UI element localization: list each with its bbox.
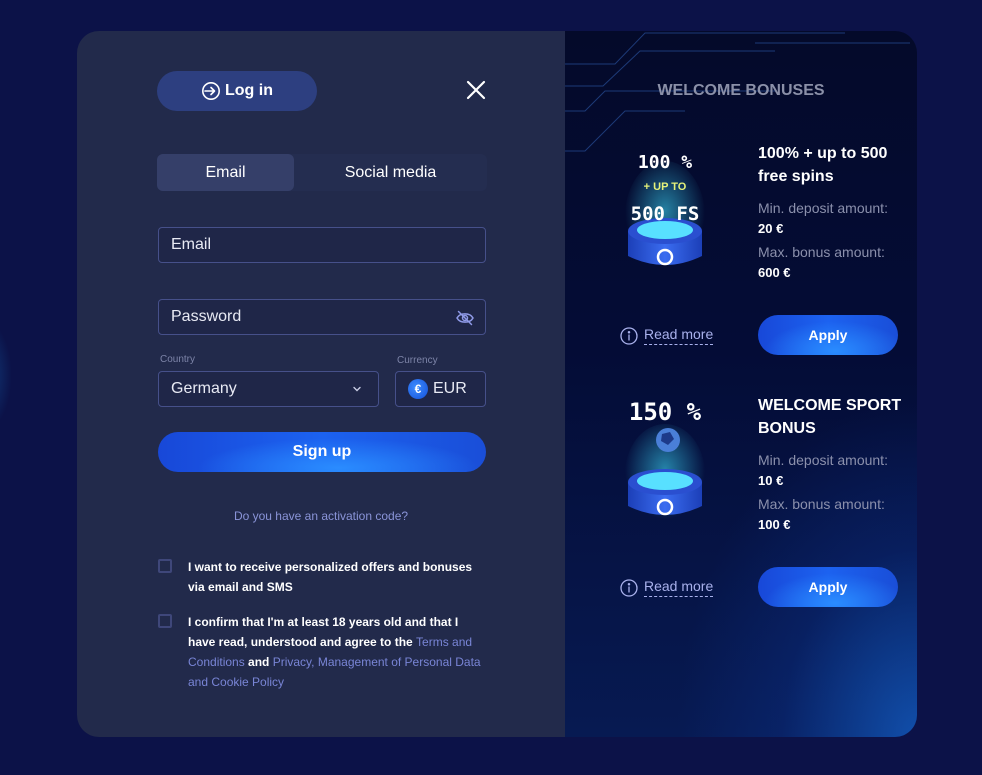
tab-email[interactable]: Email [157, 154, 294, 191]
consent-terms-text: I confirm that I'm at least 18 years old… [188, 612, 488, 692]
currency-label: Currency [397, 355, 438, 366]
info-icon [620, 326, 638, 345]
currency-select[interactable]: € EUR [395, 371, 486, 407]
activation-code-link[interactable]: Do you have an activation code? [77, 509, 565, 523]
bonus-title: 100% + up to 500 free spins [758, 145, 888, 185]
eye-slash-icon[interactable] [455, 308, 475, 328]
close-icon[interactable] [465, 79, 487, 101]
max-bonus-value: 600 € [758, 265, 791, 280]
sport-bonus-image: 150 % [625, 398, 705, 524]
country-select[interactable]: Germany [158, 371, 379, 407]
consent-marketing-row: I want to receive personalized offers an… [158, 557, 488, 597]
min-deposit-value: 10 € [758, 473, 784, 488]
consent-marketing-checkbox[interactable] [158, 559, 172, 573]
password-input[interactable] [171, 308, 431, 326]
info-icon [620, 578, 638, 597]
read-more-label: Read more [644, 578, 714, 597]
email-input[interactable] [171, 236, 431, 254]
login-label: Log in [225, 82, 273, 99]
max-bonus-label: Max. bonus amount: [758, 244, 885, 260]
signup-panel: Log in Email Social media Country Curren… [77, 31, 565, 737]
login-button[interactable]: Log in [157, 71, 317, 111]
bonus-image-text: 150 % [629, 398, 702, 426]
consent-marketing-text: I want to receive personalized offers an… [188, 560, 473, 594]
email-field-wrapper [158, 227, 486, 263]
read-more-link[interactable]: Read more [620, 326, 714, 345]
password-field-wrapper [158, 299, 486, 335]
min-deposit-value: 20 € [758, 221, 784, 236]
euro-icon: € [408, 379, 428, 399]
read-more-label: Read more [644, 326, 714, 345]
apply-button[interactable]: Apply [758, 315, 898, 355]
consent-terms-checkbox[interactable] [158, 614, 172, 628]
currency-value: EUR [433, 380, 467, 397]
chevron-down-icon [353, 386, 361, 392]
signup-method-tabs: Email Social media [157, 154, 487, 191]
min-deposit-label: Min. deposit amount: [758, 452, 888, 468]
signup-button[interactable]: Sign up [158, 432, 486, 472]
casino-bonus-image: 100 % + UP TO 500 FS [625, 152, 705, 271]
signup-modal: Log in Email Social media Country Curren… [77, 31, 917, 737]
consent-terms-row: I confirm that I'm at least 18 years old… [158, 612, 488, 692]
login-arrow-icon [202, 82, 220, 100]
apply-button[interactable]: Apply [758, 567, 898, 607]
bonus-image-text: 100 % [638, 152, 692, 173]
max-bonus-label: Max. bonus amount: [758, 496, 885, 512]
bonus-image-text: + UP TO [644, 181, 687, 193]
bonus-title: WELCOME SPORT BONUS [758, 397, 902, 437]
background-glow [0, 320, 12, 430]
consent-terms-text-part: and [244, 655, 273, 669]
bonuses-panel: WELCOME BONUSES 100 % + UP TO 500 FS 100… [565, 31, 917, 737]
country-value: Germany [171, 380, 237, 397]
max-bonus-value: 100 € [758, 517, 791, 532]
welcome-bonuses-title: WELCOME BONUSES [657, 82, 825, 99]
min-deposit-label: Min. deposit amount: [758, 200, 888, 216]
bonus-image-text: 500 FS [631, 203, 700, 225]
country-label: Country [160, 354, 196, 365]
tab-social-media[interactable]: Social media [294, 154, 487, 191]
read-more-link[interactable]: Read more [620, 578, 714, 597]
